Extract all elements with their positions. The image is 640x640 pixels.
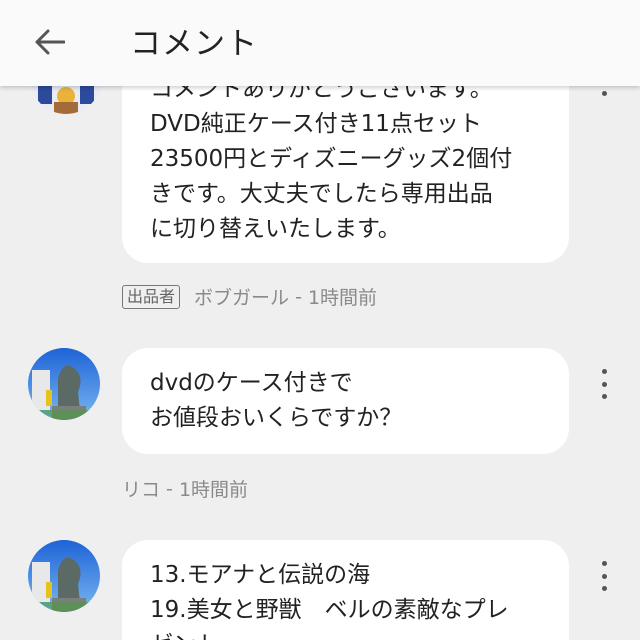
comment-2-line-1: dvdのケース付きで [150,370,353,396]
meta-separator: - [160,477,179,500]
meta-separator: - [289,285,308,308]
comment-1-line-4: きです。大丈夫でしたら専用出品 [150,181,493,207]
comment-3-line-2: 19.美女と野獣 ベルの素敵なプレ [150,597,509,623]
shisa-statue-avatar-image [28,540,100,612]
comment-1-line-3: 23500円とディズニーグッズ2個付 [150,146,513,172]
comment-3-line-3: ゼント [150,628,569,640]
comments-screen: コメントありがとうございます。 DVD純正ケース付き11点セット 23500円と… [0,0,640,640]
comment-1-time: 1時間前 [307,287,378,309]
seller-badge: 出品者 [122,284,181,309]
comment-1-line-5: に切り替えいたします。 [150,216,401,242]
comment-1-meta: 出品者 ボブガール - 1時間前 [122,283,377,310]
page-title: コメント [130,26,258,62]
comment-1-author[interactable]: ボブガール [194,283,289,310]
comment-2-author[interactable]: リコ [122,475,160,502]
comment-2-meta: リコ - 1時間前 [122,475,248,502]
comment-2-time: 1時間前 [178,479,249,501]
comment-bubble-3: 13.モアナと伝説の海 19.美女と野獣 ベルの素敵なプレ ゼント [122,540,569,640]
back-button[interactable] [28,22,72,62]
comment-3-more-icon[interactable] [594,561,614,591]
commenter-avatar-riko[interactable] [28,348,100,420]
comment-2-more-icon[interactable] [594,369,614,399]
commenter-avatar-riko-2[interactable] [28,540,100,612]
comment-2-line-2: お値段おいくらですか？ [150,405,403,431]
comment-1-line-2: DVD純正ケース付き11点セット [150,111,482,137]
app-bar: コメント [0,0,640,86]
shisa-statue-avatar-image [28,348,100,420]
arrow-left-icon [35,29,65,55]
comment-bubble-2: dvdのケース付きで お値段おいくらですか？ [122,348,569,454]
comment-3-line-1: 13.モアナと伝説の海 [150,562,371,588]
